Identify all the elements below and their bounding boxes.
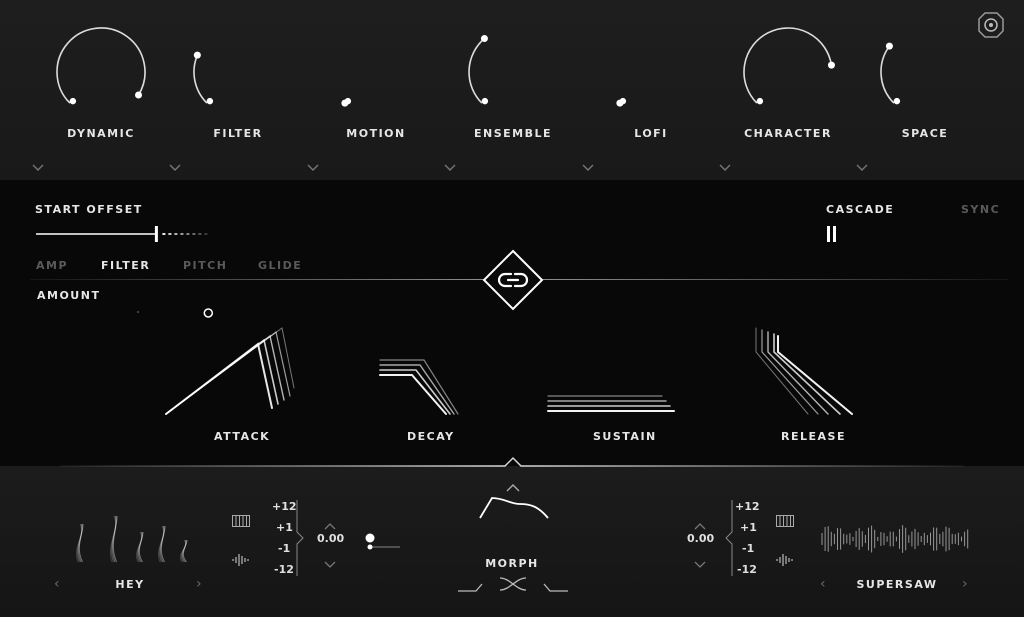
knob-label: ENSEMBLE (473, 127, 552, 140)
morph-crossfade-icon[interactable] (458, 574, 568, 598)
waveform-icon[interactable] (776, 551, 794, 570)
transpose-right-plus1[interactable]: +1 (740, 521, 757, 534)
knob-label: MOTION (346, 127, 406, 140)
knob-arc-icon (616, 97, 627, 107)
macro-knob-ensemble[interactable]: ENSEMBLE (444, 20, 582, 171)
macro-knob-filter[interactable]: FILTER (169, 20, 307, 171)
transpose-right-minus12[interactable]: -12 (737, 563, 757, 576)
knob-label: FILTER (213, 127, 263, 140)
knob-label: LOFI (634, 127, 668, 140)
morph-slider[interactable] (362, 528, 684, 552)
knob-arc-icon (193, 51, 214, 105)
section-divider (0, 455, 1024, 471)
start-offset-label: START OFFSET (35, 203, 143, 216)
divider (538, 279, 1008, 280)
macro-knob-lofi[interactable]: LOFI (582, 20, 720, 171)
next-source-right-button[interactable]: › (962, 576, 968, 592)
cascade-slider[interactable] (824, 224, 990, 244)
source-name-left: HEY (115, 578, 145, 591)
knob-arc-icon (56, 27, 146, 105)
transpose-left-plus12[interactable]: +12 (272, 500, 297, 513)
attack-label: ATTACK (214, 430, 271, 443)
morph-label: MORPH (485, 557, 539, 570)
morph-shape-icon (476, 492, 552, 522)
cascade-label: CASCADE (826, 203, 895, 216)
transpose-left-plus1[interactable]: +1 (276, 521, 293, 534)
start-offset-slider[interactable] (34, 224, 210, 244)
knob-arc-icon (341, 97, 352, 107)
amount-label: AMOUNT (37, 289, 101, 302)
prev-source-right-button[interactable]: ‹ (820, 576, 826, 592)
fine-tune-left-value[interactable]: 0.00 (317, 532, 344, 545)
tab-glide[interactable]: GLIDE (258, 259, 302, 272)
transpose-left-minus12[interactable]: -12 (274, 563, 294, 576)
release-graphic[interactable] (748, 322, 860, 420)
waveform-display-left (64, 514, 194, 564)
next-source-left-button[interactable]: › (196, 576, 202, 592)
transpose-right-plus12[interactable]: +12 (735, 500, 760, 513)
transpose-left-minus1[interactable]: -1 (278, 542, 290, 555)
prev-source-left-button[interactable]: ‹ (54, 576, 60, 592)
macro-knob-space[interactable]: SPACE (856, 20, 994, 171)
macro-knob-character[interactable]: CHARACTER (719, 20, 857, 171)
source-name-right: SUPERSAW (856, 578, 938, 591)
knob-arc-icon (468, 35, 489, 105)
macro-knob-dynamic[interactable]: DYNAMIC (32, 20, 170, 171)
tab-filter[interactable]: FILTER (101, 259, 150, 272)
envelope-section (0, 180, 1024, 466)
transpose-bracket (722, 498, 734, 582)
sync-button[interactable]: SYNC (961, 203, 1000, 216)
transpose-bracket (295, 498, 307, 582)
release-label: RELEASE (781, 430, 846, 443)
knob-arc-icon (880, 42, 901, 105)
tab-amp[interactable]: AMP (36, 259, 68, 272)
fine-tune-right-value[interactable]: 0.00 (687, 532, 714, 545)
knob-label: SPACE (901, 127, 949, 140)
transpose-right-minus1[interactable]: -1 (742, 542, 754, 555)
link-button[interactable] (481, 248, 545, 312)
piano-icon[interactable] (776, 512, 794, 531)
piano-icon[interactable] (232, 512, 250, 531)
sustain-label: SUSTAIN (593, 430, 657, 443)
macro-knob-motion[interactable]: MOTION (307, 20, 445, 171)
sustain-graphic[interactable] (544, 392, 680, 418)
knob-arc-icon (743, 27, 835, 105)
knob-label: CHARACTER (744, 127, 832, 140)
tab-pitch[interactable]: PITCH (183, 259, 227, 272)
fine-down-left-icon[interactable] (324, 553, 336, 572)
waveform-display-right (818, 514, 974, 564)
knob-label: DYNAMIC (67, 127, 135, 140)
decay-label: DECAY (407, 430, 455, 443)
decay-graphic[interactable] (374, 356, 464, 420)
divider (30, 279, 490, 280)
waveform-icon[interactable] (232, 551, 250, 570)
attack-graphic[interactable] (160, 320, 300, 420)
fine-down-right-icon[interactable] (694, 553, 706, 572)
